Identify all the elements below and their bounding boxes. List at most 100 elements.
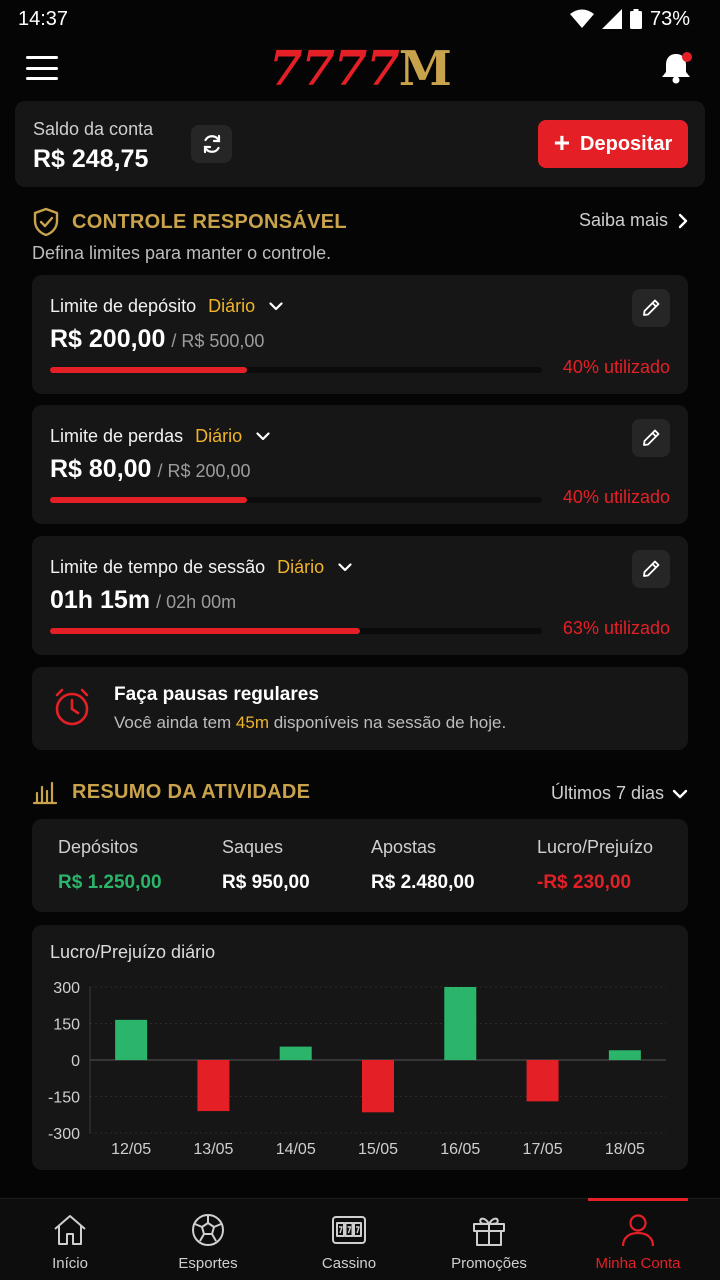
refresh-button[interactable] [191, 125, 232, 163]
pencil-icon [643, 560, 660, 577]
period-dropdown[interactable]: Diário [195, 426, 270, 447]
x-tick-label: 15/05 [358, 1141, 398, 1158]
limit-header: Limite de perdas Diário [50, 426, 270, 447]
pause-reminder-card: Faça pausas regulares Você ainda tem 45m… [32, 667, 688, 750]
signal-icon [601, 9, 622, 29]
logo-numbers: 7777 [269, 41, 400, 97]
hamburger-icon[interactable] [26, 56, 58, 80]
progress-fill [50, 497, 247, 503]
edit-session-limit-button[interactable] [632, 550, 670, 588]
wifi-icon [569, 9, 594, 28]
loss-limit-card: Limite de perdas Diário R$ 80,00 / R$ 20… [32, 405, 688, 524]
pause-text-after: disponíveis na sessão de hoje. [269, 713, 507, 732]
limit-values: 01h 15m / 02h 00m [50, 586, 236, 615]
pause-text-before: Você ainda tem [114, 713, 236, 732]
nav-label: Início [52, 1255, 88, 1272]
nav-label: Promoções [451, 1255, 527, 1272]
stat-label: Saques [222, 837, 284, 857]
chart-bar [608, 1050, 641, 1060]
activity-title: RESUMO DA ATIVIDADE [72, 780, 311, 803]
nav-promotions[interactable]: Promoções [419, 1199, 559, 1280]
chart-bar [444, 987, 477, 1060]
nav-my-account[interactable]: Minha Conta [568, 1199, 708, 1280]
chart-bar [279, 1046, 312, 1060]
progress-track [50, 497, 542, 503]
stat-value: -R$ 230,00 [537, 872, 632, 893]
balance-label: Saldo da conta [33, 119, 154, 139]
limit-label: Limite de perdas [50, 426, 184, 446]
shield-check-icon [33, 207, 59, 237]
app-header: 7777M [0, 38, 720, 100]
nav-casino[interactable]: Cassino [279, 1199, 419, 1280]
gift-icon [473, 1217, 505, 1246]
pencil-icon [643, 429, 660, 446]
chart-bar [526, 1060, 559, 1102]
bottom-navigation: Início Esportes Cassino Promoções Minha … [0, 1198, 720, 1280]
notification-dot [682, 52, 692, 62]
activity-stats-card: Depósitos R$ 1.250,00 Saques R$ 950,00 A… [32, 819, 688, 912]
edit-deposit-limit-button[interactable] [632, 289, 670, 327]
pause-text: Você ainda tem 45m disponíveis na sessão… [114, 713, 506, 733]
chevron-down-icon [672, 789, 688, 798]
progress-track [50, 628, 542, 634]
limit-max: / R$ 200,00 [157, 461, 251, 481]
period-dropdown[interactable]: Diário [277, 557, 352, 578]
period-dropdown[interactable]: Diário [208, 296, 283, 317]
limit-max: / R$ 500,00 [171, 331, 265, 351]
progress-track [50, 367, 542, 373]
nav-sports[interactable]: Esportes [138, 1199, 278, 1280]
x-tick-label: 13/05 [193, 1141, 233, 1158]
stat-label: Lucro/Prejuízo [537, 837, 654, 857]
limit-current: R$ 200,00 [50, 325, 166, 353]
stat-bets: Apostas R$ 2.480,00 [371, 837, 475, 894]
session-time-limit-card: Limite de tempo de sessão Diário 01h 15m… [32, 536, 688, 655]
chevron-right-icon [678, 213, 688, 228]
edit-loss-limit-button[interactable] [632, 419, 670, 457]
pencil-icon [643, 299, 660, 316]
chart-bar [197, 1060, 230, 1112]
deposit-button[interactable]: + Depositar [538, 120, 688, 168]
limit-header: Limite de tempo de sessão Diário [50, 557, 352, 578]
nav-label: Esportes [178, 1255, 238, 1272]
refresh-icon [203, 134, 220, 154]
bell-icon[interactable] [658, 50, 694, 86]
period-label: Diário [277, 557, 325, 577]
responsible-subtitle: Defina limites para manter o controle. [32, 243, 332, 263]
deposit-limit-card: Limite de depósito Diário R$ 200,00 / R$… [32, 275, 688, 394]
responsible-header: CONTROLE RESPONSÁVEL [32, 207, 347, 237]
limit-max: / 02h 00m [156, 592, 237, 612]
nav-home[interactable]: Início [0, 1199, 140, 1280]
y-tick-label: 0 [71, 1053, 80, 1070]
x-tick-label: 12/05 [111, 1141, 151, 1158]
responsible-title: CONTROLE RESPONSÁVEL [72, 210, 347, 233]
status-bar: 14:37 73% [0, 0, 720, 38]
limit-values: R$ 200,00 / R$ 500,00 [50, 325, 264, 354]
alarm-clock-icon [55, 688, 89, 726]
period-label: Diário [208, 296, 256, 316]
app-logo[interactable]: 7777M [269, 45, 452, 93]
activity-header: RESUMO DA ATIVIDADE [32, 779, 310, 805]
activity-period-dropdown[interactable]: Últimos 7 dias [551, 783, 688, 804]
chevron-down-icon [338, 563, 352, 572]
usage-label: 63% utilizado [562, 618, 670, 638]
limit-header: Limite de depósito Diário [50, 296, 283, 317]
home-icon [54, 1215, 86, 1245]
limit-current: 01h 15m [50, 586, 151, 614]
stat-value: R$ 950,00 [222, 872, 310, 893]
chevron-down-icon [269, 302, 283, 311]
pause-title: Faça pausas regulares [114, 684, 319, 705]
y-tick-label: -150 [48, 1090, 80, 1107]
learn-more-label: Saiba mais [578, 210, 668, 230]
chevron-down-icon [256, 432, 270, 441]
x-tick-label: 17/05 [523, 1141, 563, 1158]
stat-value: R$ 1.250,00 [58, 872, 162, 893]
nav-label: Minha Conta [595, 1255, 681, 1272]
progress-fill [50, 367, 247, 373]
battery-icon [629, 9, 642, 29]
y-tick-label: 300 [53, 980, 80, 997]
status-icons: 73% [569, 8, 690, 31]
balance-value: R$ 248,75 [33, 145, 149, 173]
learn-more-link[interactable]: Saiba mais [579, 210, 688, 231]
limit-current: R$ 80,00 [50, 455, 152, 483]
chart-title: Lucro/Prejuízo diário [50, 942, 216, 962]
